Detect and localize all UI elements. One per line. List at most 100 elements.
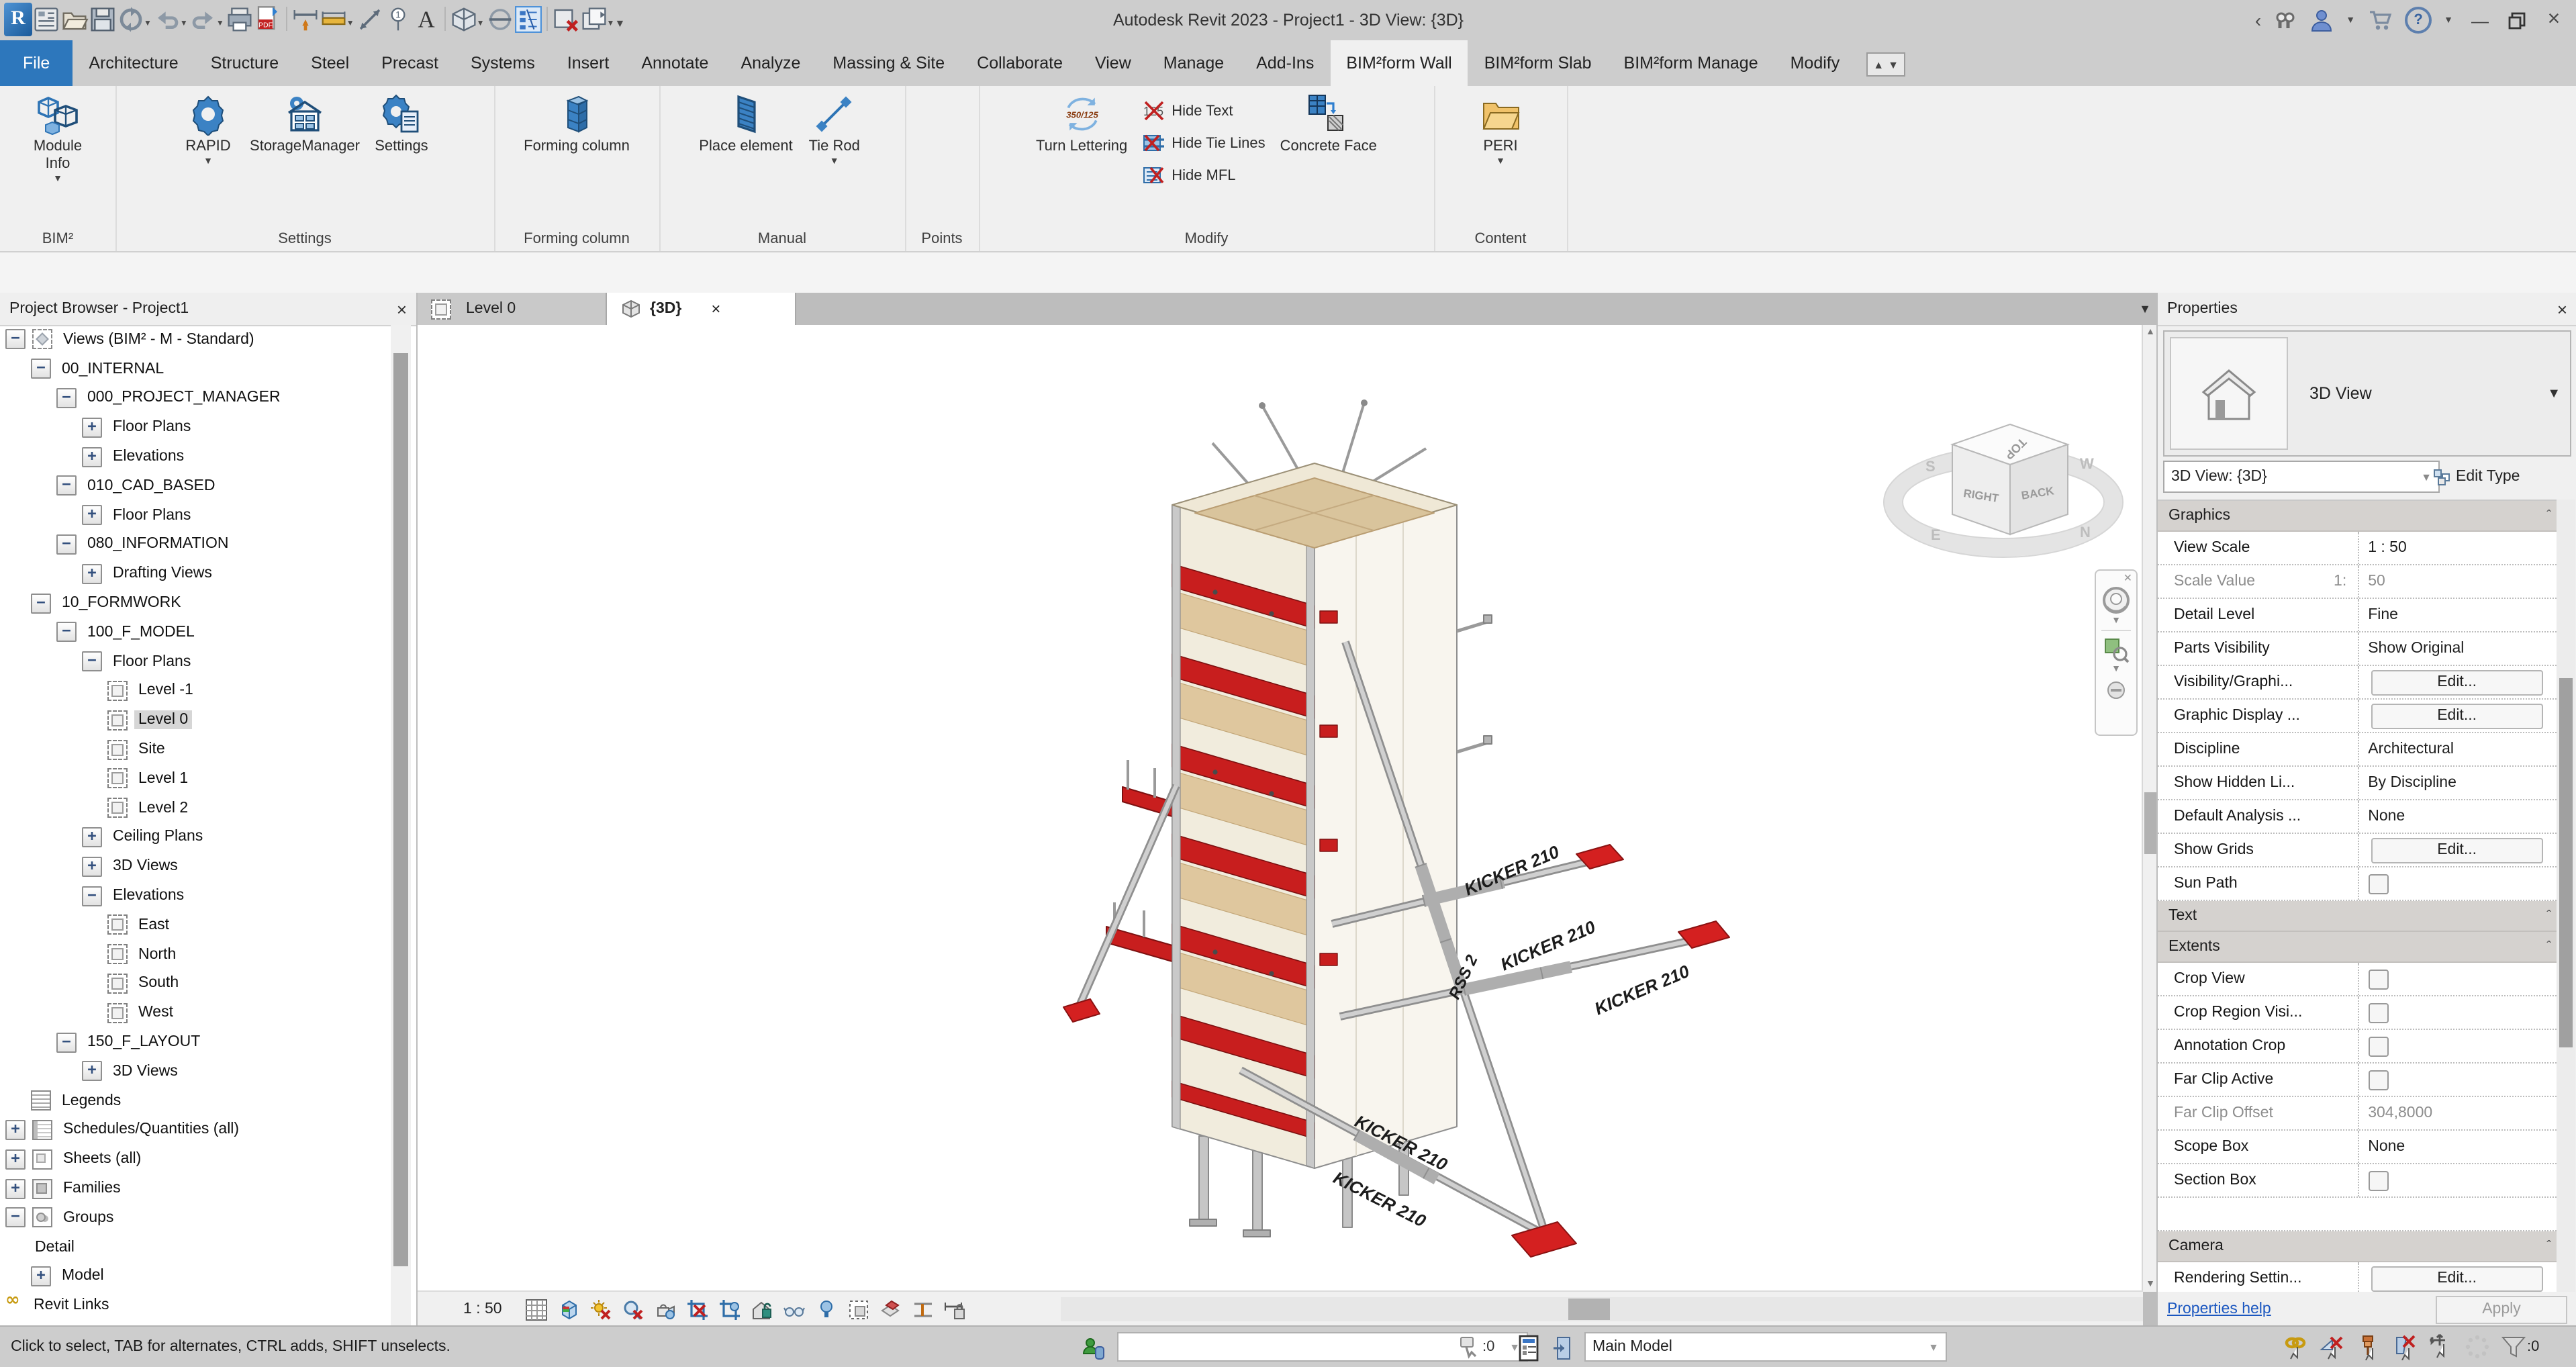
ribbon-tab-steel[interactable]: Steel <box>295 40 365 86</box>
ribbon-tab-systems[interactable]: Systems <box>455 40 551 86</box>
collapse-icon[interactable]: − <box>5 330 26 350</box>
worksharing-display-icon[interactable] <box>940 1296 972 1323</box>
switch-windows-icon[interactable] <box>580 3 608 35</box>
tree-item[interactable]: +Families <box>0 1174 389 1203</box>
active-design-option-icon[interactable] <box>1552 1335 1576 1362</box>
tree-item[interactable]: North <box>0 939 389 969</box>
tree-item[interactable]: −Floor Plans <box>0 647 389 677</box>
tree-item[interactable]: Level 1 <box>0 764 389 794</box>
revit-logo-icon[interactable]: R <box>4 3 32 35</box>
tree-item[interactable]: +Sheets (all) <box>0 1145 389 1174</box>
3d-view-dropdown-icon[interactable]: ▼ <box>477 20 485 28</box>
section-collapse-icon[interactable]: ˆ <box>2546 1239 2551 1254</box>
turn-lettering-button[interactable]: 350/125 Turn Lettering <box>1031 91 1133 157</box>
render-icon[interactable] <box>650 1296 682 1323</box>
ribbon-tab-bim-form-manage[interactable]: BIM²form Manage <box>1608 40 1774 86</box>
tree-item[interactable]: South <box>0 969 389 998</box>
visual-style-icon[interactable] <box>553 1296 585 1323</box>
tree-item[interactable]: −010_CAD_BASED <box>0 471 389 501</box>
view-tab-level0[interactable]: Level 0 <box>418 293 607 325</box>
ribbon-tab-annotate[interactable]: Annotate <box>625 40 724 86</box>
tree-item[interactable]: −Elevations <box>0 881 389 910</box>
project-browser-header[interactable]: Project Browser - Project1 × <box>0 293 416 326</box>
property-section-graphics[interactable]: Graphicsˆ <box>2158 501 2557 532</box>
property-row[interactable]: Far Clip Offset304,8000 <box>2158 1097 2557 1131</box>
main-model-combo[interactable]: Main Model ▼ <box>1584 1332 1947 1362</box>
worksets-icon[interactable] <box>1080 1335 1106 1362</box>
redo-dropdown-icon[interactable]: ▼ <box>216 20 224 28</box>
view-tab-close-icon[interactable]: × <box>711 299 720 318</box>
tie-rod-button[interactable]: Tie Rod ▼ <box>798 91 871 169</box>
close-hidden-windows-icon[interactable] <box>552 3 580 35</box>
qat-customize-icon[interactable]: ▼ <box>614 17 625 29</box>
zoom-icon[interactable] <box>2101 635 2131 665</box>
edit-button[interactable]: Edit... <box>2371 669 2543 695</box>
unlocked-view-icon[interactable] <box>747 1296 779 1323</box>
section-icon[interactable] <box>486 3 514 35</box>
expand-icon[interactable]: + <box>82 564 102 584</box>
scrollbar-thumb[interactable] <box>2559 678 2573 1047</box>
expand-icon[interactable]: + <box>5 1149 26 1169</box>
checkbox-unchecked[interactable] <box>2368 969 2388 989</box>
property-row[interactable]: DisciplineArchitectural <box>2158 733 2557 767</box>
shadows-icon[interactable] <box>618 1296 650 1323</box>
tree-item[interactable]: +Ceiling Plans <box>0 822 389 852</box>
collapse-icon[interactable]: − <box>56 388 77 408</box>
apply-button[interactable]: Apply <box>2436 1295 2567 1323</box>
checkbox-unchecked[interactable] <box>2368 1170 2388 1190</box>
search-icon[interactable] <box>2273 8 2297 32</box>
ribbon-group-label-content[interactable]: Content <box>1434 231 1567 247</box>
ribbon-group-label-points[interactable]: Points <box>905 231 979 247</box>
section-collapse-icon[interactable]: ˆ <box>2546 508 2551 523</box>
property-row[interactable]: Annotation Crop <box>2158 1030 2557 1064</box>
property-row[interactable]: View Scale1 : 50 <box>2158 532 2557 565</box>
property-row[interactable]: Section Box <box>2158 1164 2557 1198</box>
ribbon-tab-bim-form-wall[interactable]: BIM²form Wall <box>1330 40 1468 86</box>
sync-dropdown-icon[interactable]: ▼ <box>144 20 152 28</box>
checkbox-unchecked[interactable] <box>2368 1036 2388 1056</box>
steering-wheel-dropdown-icon[interactable]: ▼ <box>2111 616 2121 626</box>
canvas-horizontal-scrollbar[interactable] <box>1061 1297 2143 1321</box>
switch-windows-dropdown-icon[interactable]: ▼ <box>607 20 615 28</box>
restore-button[interactable] <box>2507 10 2527 30</box>
tree-item[interactable]: Level -1 <box>0 676 389 706</box>
expand-icon[interactable]: + <box>82 827 102 847</box>
expand-icon[interactable]: + <box>31 1266 51 1286</box>
property-section-extents[interactable]: Extentsˆ <box>2158 932 2557 963</box>
save-icon[interactable] <box>89 3 117 35</box>
properties-help-link[interactable]: Properties help <box>2167 1301 2271 1317</box>
edit-type-button[interactable]: Edit Type <box>2433 461 2574 493</box>
disallow-join-icon[interactable] <box>2391 1333 2418 1360</box>
ribbon-tab-modify[interactable]: Modify <box>1774 40 1856 86</box>
tree-item[interactable]: Revit Links <box>0 1291 389 1321</box>
tree-item[interactable]: Legends <box>0 1086 389 1115</box>
collapse-icon[interactable]: − <box>56 1032 77 1052</box>
ribbon-tab-analyze[interactable]: Analyze <box>724 40 816 86</box>
property-row[interactable]: Graphic Display ...Edit... <box>2158 700 2557 733</box>
open-icon[interactable] <box>60 3 89 35</box>
tree-item[interactable]: West <box>0 998 389 1028</box>
expand-icon[interactable]: + <box>5 1120 26 1140</box>
thin-lines-icon[interactable] <box>514 3 542 35</box>
hide-text-button[interactable]: 125 Hide Text <box>1142 99 1265 122</box>
properties-close-icon[interactable]: × <box>2557 299 2567 319</box>
dimension-icon[interactable] <box>320 3 348 35</box>
ribbon-group-label-modify[interactable]: Modify <box>979 231 1434 247</box>
module-info-button[interactable]: Module Info ▼ <box>21 91 94 187</box>
property-value[interactable]: Architectural <box>2368 741 2454 757</box>
tree-item[interactable]: Detail <box>0 1232 389 1262</box>
expand-icon[interactable]: + <box>82 446 102 467</box>
collapse-icon[interactable]: − <box>56 622 77 643</box>
property-row[interactable]: Crop View <box>2158 963 2557 996</box>
redo-icon[interactable] <box>189 3 218 35</box>
property-row[interactable]: Scale Value1:50 <box>2158 565 2557 599</box>
undo-icon[interactable] <box>153 3 181 35</box>
drag-on-selection-icon[interactable] <box>2428 1333 2454 1360</box>
sun-path-icon[interactable] <box>585 1296 618 1323</box>
property-value[interactable]: Fine <box>2368 607 2398 623</box>
ribbon-tab-insert[interactable]: Insert <box>551 40 626 86</box>
editable-only-icon[interactable]: :0 <box>1458 1335 1494 1359</box>
text-note-icon[interactable]: A <box>412 3 440 35</box>
tree-item[interactable]: −100_F_MODEL <box>0 618 389 647</box>
collapse-icon[interactable]: − <box>82 651 102 671</box>
